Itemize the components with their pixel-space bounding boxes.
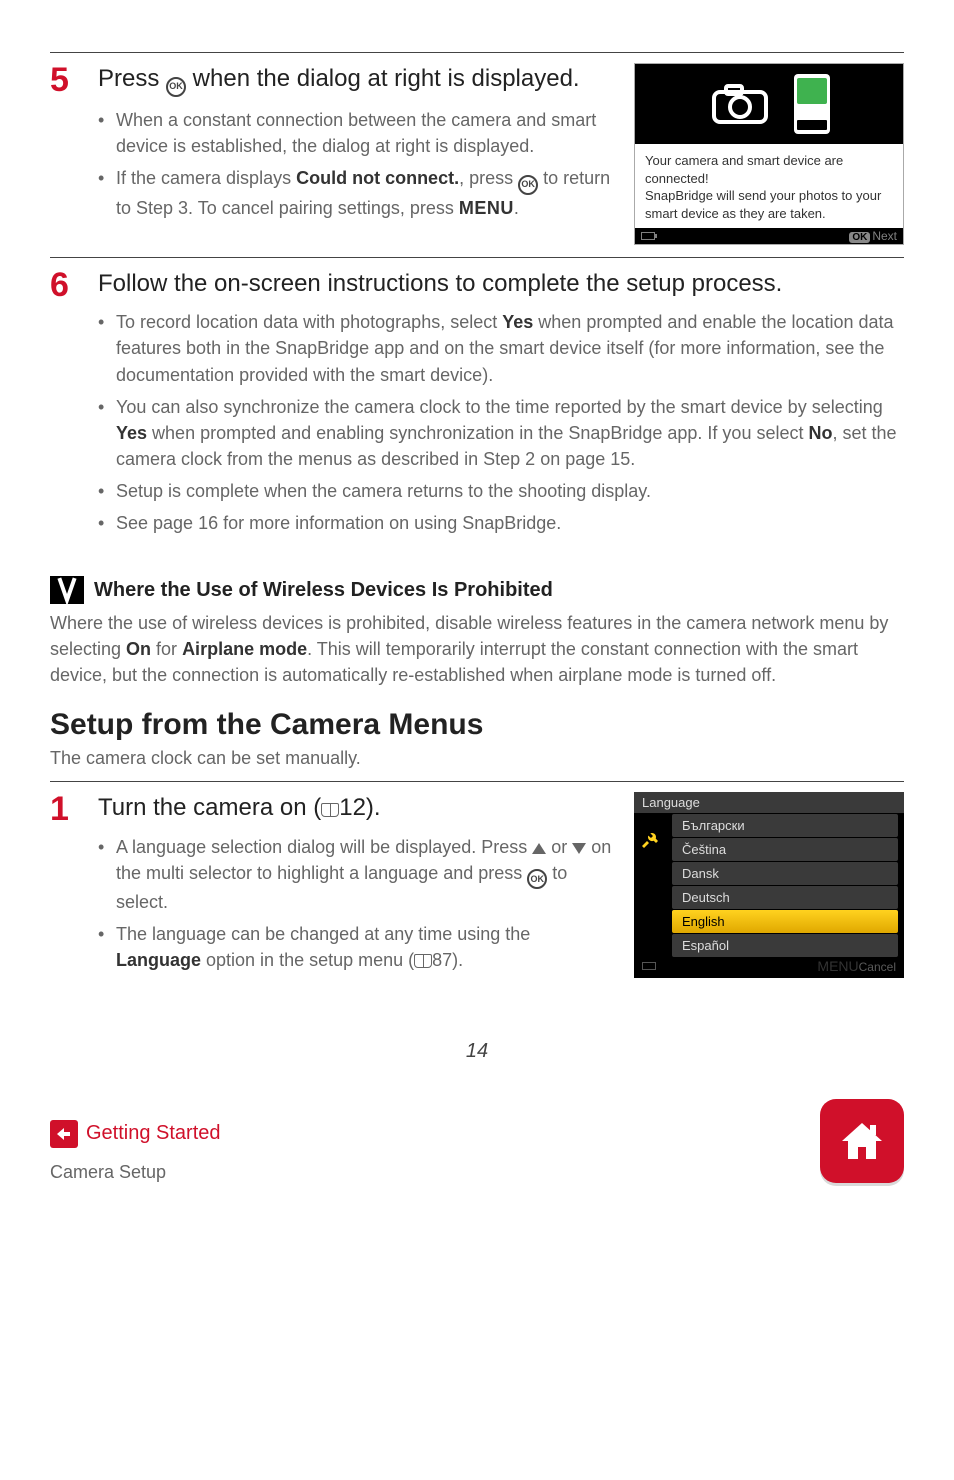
language-header: Language xyxy=(634,792,904,813)
text-bold: Yes xyxy=(116,423,147,443)
step6-bullet2: You can also synchronize the camera cloc… xyxy=(98,394,904,472)
text-bold: No xyxy=(808,423,832,443)
text: 12). xyxy=(339,794,380,821)
wrench-icon xyxy=(641,831,659,854)
menu-pill: MENU xyxy=(817,958,858,974)
text: or xyxy=(546,837,572,857)
down-arrow-icon xyxy=(572,843,586,854)
home-icon xyxy=(836,1115,888,1167)
text: Cancel xyxy=(859,960,896,974)
step5-bullet2: If the camera displays Could not connect… xyxy=(98,165,616,221)
language-option[interactable]: Deutsch xyxy=(672,886,898,909)
step1-bullet2: The language can be changed at any time … xyxy=(98,921,616,973)
text-bold: Could not connect. xyxy=(296,168,459,188)
step5-heading: Press OK when the dialog at right is dis… xyxy=(98,63,616,97)
step6-bullet1: To record location data with photographs… xyxy=(98,309,904,387)
page-number: 14 xyxy=(50,1040,904,1063)
text-bold: Airplane mode xyxy=(182,639,307,659)
language-option[interactable]: Español xyxy=(672,934,898,957)
ok-pill: OK xyxy=(849,232,870,243)
ok-icon: OK xyxy=(518,175,538,195)
setup-subtext: The camera clock can be set manually. xyxy=(50,748,904,769)
getting-started-link[interactable]: Getting Started xyxy=(50,1120,221,1148)
step6-bullet4: See page 16 for more information on usin… xyxy=(98,510,904,536)
text-bold: On xyxy=(126,639,151,659)
note-body: Where the use of wireless devices is pro… xyxy=(50,610,904,688)
language-option[interactable]: English xyxy=(672,910,898,933)
text: . xyxy=(514,198,519,218)
text: The language can be changed at any time … xyxy=(116,924,530,944)
text: SnapBridge will send your photos to your… xyxy=(645,187,893,222)
setup-heading: Setup from the Camera Menus xyxy=(50,708,904,742)
text: A language selection dialog will be disp… xyxy=(116,837,532,857)
text: Turn the camera on ( xyxy=(98,794,321,821)
text: To record location data with photographs… xyxy=(116,312,502,332)
camera-setup-label: Camera Setup xyxy=(50,1162,221,1183)
text: when prompted and enabling synchronizati… xyxy=(147,423,808,443)
text: Your camera and smart device are connect… xyxy=(645,152,893,187)
text: option in the setup menu ( xyxy=(201,950,414,970)
text: Press xyxy=(98,65,166,92)
text-bold: Yes xyxy=(502,312,533,332)
next-button[interactable]: OKNext xyxy=(849,229,897,243)
text: 87). xyxy=(432,950,463,970)
note-title: Where the Use of Wireless Devices Is Pro… xyxy=(94,579,553,602)
up-arrow-icon xyxy=(532,843,546,854)
warning-icon xyxy=(50,576,84,604)
book-icon xyxy=(321,803,339,817)
language-menu: Language БългарскиČeštinaDanskDeutschEng… xyxy=(634,792,904,978)
step1-heading: Turn the camera on ( 12). xyxy=(98,792,616,823)
language-option[interactable]: Български xyxy=(672,814,898,837)
connection-dialog: Your camera and smart device are connect… xyxy=(634,63,904,245)
step6-bullet3: Setup is complete when the camera return… xyxy=(98,478,904,504)
text: Getting Started xyxy=(86,1122,221,1145)
text: when the dialog at right is displayed. xyxy=(186,65,580,92)
text-bold: Language xyxy=(116,950,201,970)
book-icon xyxy=(414,954,432,968)
text: , press xyxy=(459,168,518,188)
step5-bullet1: When a constant connection between the c… xyxy=(98,107,616,159)
phone-icon xyxy=(794,74,830,134)
menu-word: MENU xyxy=(459,198,514,218)
text: for xyxy=(151,639,182,659)
battery-icon xyxy=(642,962,656,970)
step-number: 1 xyxy=(50,792,84,979)
step-number: 5 xyxy=(50,63,84,227)
text: If the camera displays xyxy=(116,168,296,188)
camera-icon xyxy=(708,80,772,128)
text: Next xyxy=(872,229,897,243)
language-option[interactable]: Čeština xyxy=(672,838,898,861)
step-number: 6 xyxy=(50,268,84,542)
battery-icon xyxy=(641,232,655,240)
ok-icon: OK xyxy=(166,77,186,97)
step6-heading: Follow the on-screen instructions to com… xyxy=(98,268,904,299)
text: You can also synchronize the camera cloc… xyxy=(116,397,883,417)
home-button[interactable] xyxy=(820,1099,904,1183)
step1-bullet1: A language selection dialog will be disp… xyxy=(98,834,616,916)
connection-message: Your camera and smart device are connect… xyxy=(635,144,903,228)
back-arrow-icon xyxy=(50,1120,78,1148)
cancel-button[interactable]: MENUCancel xyxy=(817,958,896,974)
language-option[interactable]: Dansk xyxy=(672,862,898,885)
ok-icon: OK xyxy=(527,869,547,889)
